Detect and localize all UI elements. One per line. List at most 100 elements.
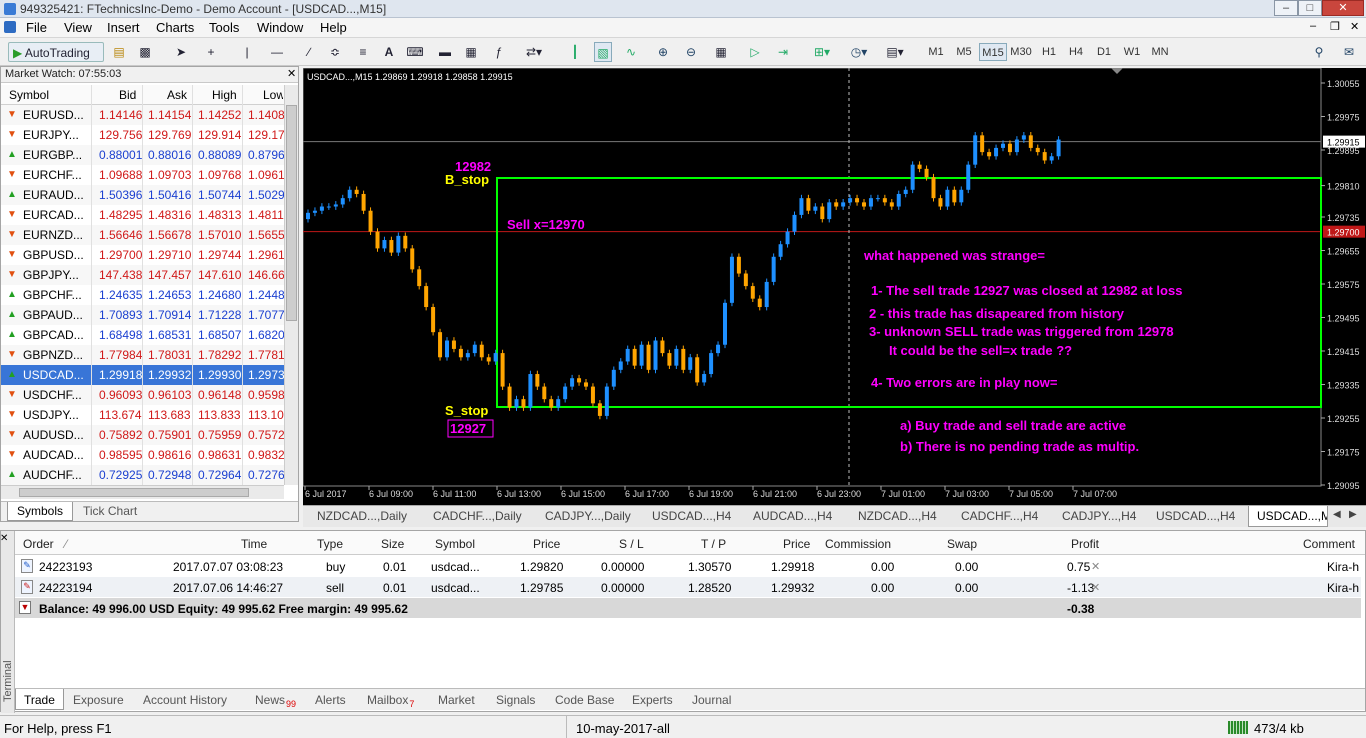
timeframe-m5[interactable]: M5	[953, 43, 975, 61]
tab-tick-chart[interactable]: Tick Chart	[83, 504, 137, 518]
timeframe-h1[interactable]: H1	[1038, 43, 1060, 61]
close-order-icon[interactable]: ✕	[1091, 581, 1100, 594]
close-button[interactable]: ✕	[1322, 0, 1364, 16]
text-icon[interactable]: A	[380, 42, 398, 62]
terminal-tab-mailbox[interactable]: Mailbox7	[367, 693, 414, 709]
auto-scroll-icon[interactable]: ▷	[746, 42, 764, 62]
channel-icon[interactable]: ≎	[326, 42, 344, 62]
timeframe-m15[interactable]: M15	[979, 43, 1007, 61]
terminal-tab-code-base[interactable]: Code Base	[555, 693, 614, 707]
col-symbol[interactable]: Symbol	[435, 537, 475, 551]
chart-tab-usdcad-m15[interactable]: USDCAD...,M	[1248, 506, 1328, 527]
timeframe-m1[interactable]: M1	[925, 43, 947, 61]
function-icon[interactable]: ƒ	[490, 42, 508, 62]
tabs-scroll-right-icon[interactable]: ▶	[1349, 509, 1357, 520]
menu-tools[interactable]: Tools	[209, 20, 239, 35]
menu-view[interactable]: View	[64, 20, 92, 35]
hscroll-thumb[interactable]	[19, 488, 249, 497]
menu-help[interactable]: Help	[320, 20, 347, 35]
col-high[interactable]: High	[212, 88, 237, 102]
search-icon[interactable]: ⚲	[1310, 42, 1328, 62]
chart-tab-cadchf-daily[interactable]: CADCHF...,Daily	[433, 509, 522, 523]
col-low[interactable]: Low	[263, 88, 283, 102]
terminal-tab-experts[interactable]: Experts	[632, 693, 673, 707]
minimize-button[interactable]: –	[1274, 0, 1298, 16]
terminal-tab-signals[interactable]: Signals	[496, 693, 535, 707]
terminal-tab-exposure[interactable]: Exposure	[73, 693, 124, 707]
chart-tab-usdcad-h4-2[interactable]: USDCAD...,H4	[1156, 509, 1235, 523]
terminal-close-icon[interactable]: ✕	[0, 533, 8, 544]
rectangle-icon[interactable]: ▬	[436, 42, 454, 62]
vscroll-thumb[interactable]	[286, 105, 297, 321]
line-chart-icon[interactable]: ∿	[622, 42, 640, 62]
maximize-button[interactable]: □	[1298, 0, 1322, 16]
tile-windows-icon[interactable]: ▦	[712, 42, 730, 62]
new-order-icon[interactable]: ▤	[110, 42, 128, 62]
col-swap[interactable]: Swap	[947, 537, 977, 551]
tabs-scroll-left-icon[interactable]: ◀	[1333, 509, 1341, 520]
timeframe-w1[interactable]: W1	[1121, 43, 1143, 61]
vertical-line-icon[interactable]: |	[238, 42, 256, 62]
col-profit[interactable]: Profit	[1071, 537, 1099, 551]
chart-canvas[interactable]: 1.300551.299751.299151.298951.298101.297…	[302, 67, 1366, 505]
bar-chart-icon[interactable]: ┃	[566, 42, 584, 62]
trade-row[interactable]: ✎ 24223193 2017.07.07 03:08:23 buy 0.01 usdca…	[15, 556, 1361, 576]
terminal-tab-account-history[interactable]: Account History	[143, 693, 227, 707]
menu-charts[interactable]: Charts	[156, 20, 194, 35]
tab-symbols[interactable]: Symbols	[7, 502, 73, 521]
terminal-tab-alerts[interactable]: Alerts	[315, 693, 346, 707]
col-sl[interactable]: S / L	[619, 537, 644, 551]
col-current-price[interactable]: Price	[783, 537, 810, 551]
col-price[interactable]: Price	[533, 537, 560, 551]
cursor-icon[interactable]: ➤	[172, 42, 190, 62]
timeframe-d1[interactable]: D1	[1093, 43, 1115, 61]
chart-tab-cadjpy-daily[interactable]: CADJPY...,Daily	[545, 509, 631, 523]
timeframe-h4[interactable]: H4	[1065, 43, 1087, 61]
col-comment[interactable]: Comment	[1303, 537, 1355, 551]
timeframe-mn[interactable]: MN	[1148, 43, 1172, 61]
shapes-dropdown-icon[interactable]: ⇄▾	[520, 42, 548, 62]
chart-tab-nzdcad-h4[interactable]: NZDCAD...,H4	[858, 509, 937, 523]
autotrading-button[interactable]: ▶ AutoTrading	[8, 42, 104, 62]
market-watch-vscroll[interactable]	[284, 85, 298, 485]
terminal-tab-journal[interactable]: Journal	[692, 693, 731, 707]
market-watch-hscroll[interactable]	[1, 485, 284, 499]
col-bid[interactable]: Bid	[119, 88, 136, 102]
menu-insert[interactable]: Insert	[107, 20, 140, 35]
col-ask[interactable]: Ask	[167, 88, 187, 102]
terminal-tab-market[interactable]: Market	[438, 693, 475, 707]
periods-icon[interactable]: ◷▾	[844, 42, 874, 62]
fibonacci-icon[interactable]: ≡	[354, 42, 372, 62]
mdi-close-icon[interactable]: ✕	[1350, 20, 1359, 33]
chart-shift-icon[interactable]: ⇥	[774, 42, 792, 62]
doc-icon[interactable]	[4, 21, 16, 33]
market-watch-close-icon[interactable]: ✕	[287, 67, 296, 80]
col-order[interactable]: Order	[23, 537, 54, 551]
col-size[interactable]: Size	[381, 537, 404, 551]
chart-tab-nzdcad-daily[interactable]: NZDCAD...,Daily	[317, 509, 407, 523]
indicators-icon[interactable]: ⊞▾	[808, 42, 836, 62]
close-order-icon[interactable]: ✕	[1091, 560, 1100, 573]
terminal-tab-trade[interactable]: Trade	[15, 689, 64, 710]
chart-tab-cadjpy-h4[interactable]: CADJPY...,H4	[1062, 509, 1136, 523]
chat-icon[interactable]: ✉	[1340, 42, 1358, 62]
chart-tab-audcad-h4[interactable]: AUDCAD...,H4	[753, 509, 832, 523]
timeframe-m30[interactable]: M30	[1008, 43, 1034, 61]
menu-file[interactable]: File	[26, 20, 47, 35]
col-type[interactable]: Type	[317, 537, 343, 551]
profile-name[interactable]: 10-may-2017-all	[576, 721, 670, 736]
price-chart[interactable]: 1.30055 1.29975 1.29915 1.29895 1.29810 1.297…	[302, 67, 1366, 505]
trade-row[interactable]: ✎ 24223194 2017.07.06 14:46:27 sell 0.01 usdc…	[15, 577, 1361, 597]
text-label-icon[interactable]: ⌨	[406, 42, 424, 62]
trendline-icon[interactable]: ∕	[300, 42, 318, 62]
chart-tab-cadchf-h4[interactable]: CADCHF...,H4	[961, 509, 1038, 523]
candlestick-icon[interactable]: ▧	[594, 42, 612, 62]
col-tp[interactable]: T / P	[701, 537, 726, 551]
chart-tab-usdcad-h4[interactable]: USDCAD...,H4	[652, 509, 731, 523]
horizontal-line-icon[interactable]: —	[268, 42, 286, 62]
templates-icon[interactable]: ▤▾	[880, 42, 910, 62]
gann-icon[interactable]: ▦	[462, 42, 480, 62]
mdi-minimize-icon[interactable]: –	[1310, 20, 1316, 32]
zoom-in-icon[interactable]: ⊕	[654, 42, 672, 62]
col-commission[interactable]: Commission	[825, 537, 891, 551]
